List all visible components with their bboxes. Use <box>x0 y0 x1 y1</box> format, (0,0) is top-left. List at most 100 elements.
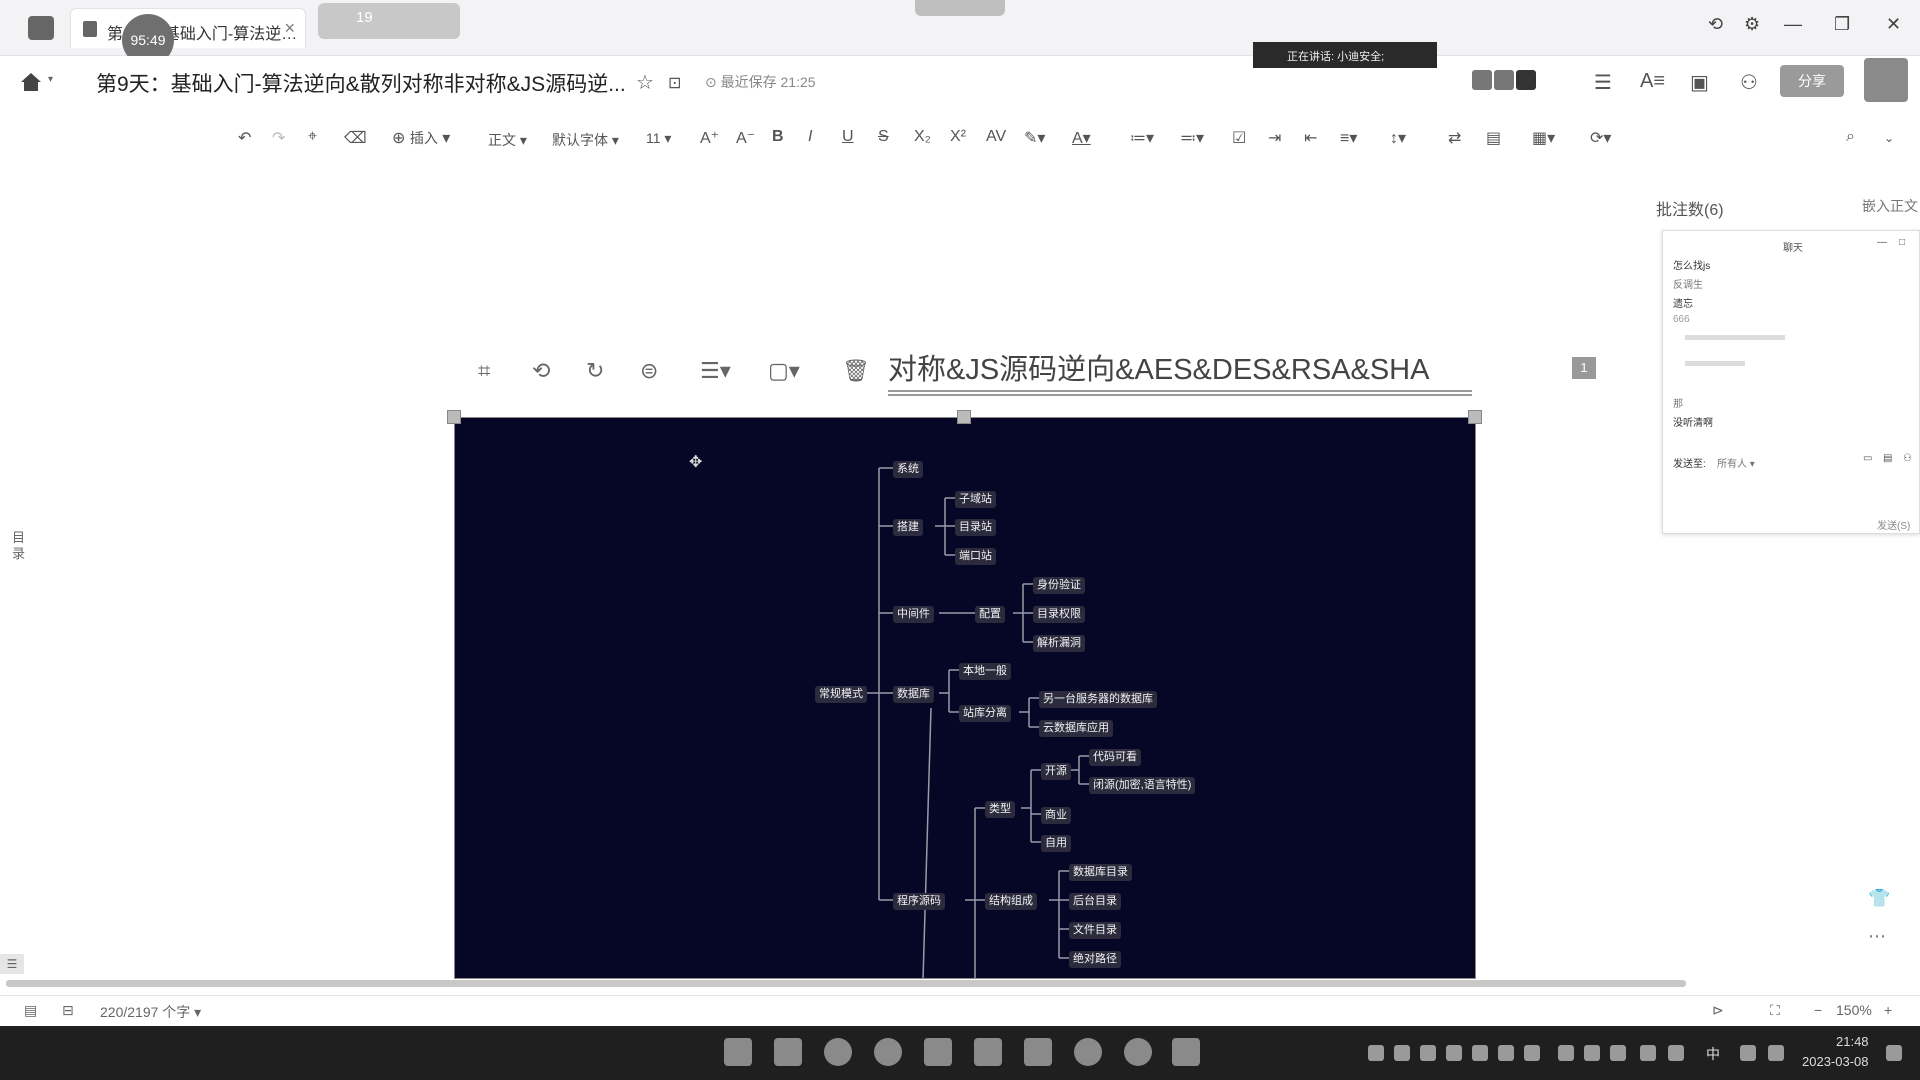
font-family-dropdown[interactable]: 默认字体 ▾ <box>552 130 619 150</box>
flip-icon[interactable]: ⊜ <box>640 358 658 384</box>
play-icon[interactable]: ⊳ <box>1712 1002 1724 1019</box>
strikethrough-icon[interactable]: S <box>878 128 889 146</box>
blurred-tab[interactable]: 19 <box>318 3 460 39</box>
resize-handle[interactable] <box>957 410 971 424</box>
numbered-list-icon[interactable]: ≕▾ <box>1180 128 1204 148</box>
block-icon[interactable]: ▤ <box>1486 128 1501 148</box>
outline-toggle[interactable]: 目录 <box>12 530 26 562</box>
ime-indicator[interactable]: 中 <box>1706 1044 1720 1064</box>
bold-icon[interactable]: B <box>772 128 784 146</box>
fullscreen-icon[interactable]: ⛶ <box>1770 1002 1780 1019</box>
format-painter-icon[interactable]: ⌖ <box>308 128 317 146</box>
people-icon[interactable]: ⚇ <box>1903 453 1912 464</box>
indent-icon[interactable]: ⇥ <box>1268 128 1281 148</box>
mindmap-image[interactable]: 常规模式 系统 搭建 子域站 目录站 端口站 中间件 配置 身份验证 目录权限 … <box>454 417 1476 979</box>
document-title[interactable]: 第9天：基础入门-算法逆向&散列对称非对称&JS源码逆... <box>96 68 626 98</box>
delete-icon[interactable]: 🗑 <box>842 358 870 384</box>
more-icon[interactable]: ⋯ <box>1868 926 1886 947</box>
maximize-button[interactable]: ❐ <box>1834 14 1850 35</box>
embed-in-body-link[interactable]: 嵌入正文 <box>1862 196 1918 216</box>
screenshot-icon[interactable]: ▤ <box>1883 453 1892 464</box>
send-to-dropdown[interactable]: 所有人 ▾ <box>1717 455 1755 470</box>
collaborator-avatar[interactable] <box>1472 70 1492 90</box>
browser-icon[interactable] <box>1074 1038 1102 1066</box>
increase-font-icon[interactable]: A⁺ <box>700 128 719 148</box>
tray-icon[interactable] <box>1610 1045 1626 1061</box>
decrease-font-icon[interactable]: A⁻ <box>736 128 755 148</box>
microphone-icon[interactable] <box>1668 1045 1684 1061</box>
clock-time[interactable]: 21:48 <box>1836 1034 1869 1049</box>
rotate-left-icon[interactable]: ⟲ <box>532 358 550 384</box>
underline-icon[interactable]: U <box>842 128 854 146</box>
subscript-icon[interactable]: X₂ <box>914 128 931 146</box>
tray-icon[interactable] <box>1446 1045 1462 1061</box>
tray-icon[interactable] <box>1368 1045 1384 1061</box>
zoom-in-button[interactable]: + <box>1884 1002 1892 1018</box>
table-icon[interactable]: ▦▾ <box>1532 128 1555 148</box>
close-tab-icon[interactable]: × <box>284 18 295 39</box>
font-size-dropdown[interactable]: 11 ▾ <box>646 130 671 147</box>
search-icon[interactable]: ⌕ <box>1846 128 1855 146</box>
resize-handle[interactable] <box>447 410 461 424</box>
chat-app-icon[interactable] <box>1124 1038 1152 1066</box>
crop-icon[interactable]: ⌗ <box>478 358 490 384</box>
superscript-icon[interactable]: X² <box>950 128 966 146</box>
character-spacing-icon[interactable]: AV <box>986 128 1006 146</box>
chevron-down-icon[interactable]: ▾ <box>48 74 53 85</box>
shirt-icon[interactable]: 👕 <box>1868 888 1890 909</box>
vscode-icon[interactable] <box>1172 1038 1200 1066</box>
paragraph-style-dropdown[interactable]: 正文 ▾ <box>488 130 527 150</box>
doc-app-icon[interactable] <box>924 1038 952 1066</box>
network-icon[interactable] <box>1740 1045 1756 1061</box>
edge-icon[interactable] <box>824 1038 852 1066</box>
text-direction-icon[interactable]: ⇄ <box>1448 128 1461 148</box>
refresh-icon[interactable]: ⟲ <box>1708 14 1723 35</box>
print-layout-icon[interactable]: ⊟ <box>62 1002 74 1019</box>
redo-icon[interactable]: ↷ <box>272 128 285 148</box>
outline-list-icon[interactable]: ☰ <box>0 954 24 974</box>
clock-date[interactable]: 2023-03-08 <box>1802 1054 1869 1069</box>
star-icon[interactable]: ☆ <box>636 70 654 95</box>
user-avatar[interactable] <box>1864 58 1908 102</box>
maximize-chat-button[interactable]: □ <box>1899 237 1905 248</box>
notification-icon[interactable] <box>1886 1045 1902 1061</box>
file-explorer-icon[interactable] <box>774 1038 802 1066</box>
chrome-icon[interactable] <box>874 1038 902 1066</box>
tray-icon[interactable] <box>1524 1045 1540 1061</box>
volume-icon[interactable] <box>1768 1045 1784 1061</box>
app-logo[interactable] <box>28 16 54 40</box>
collaborators-icon[interactable]: ⚇ <box>1740 70 1758 95</box>
close-window-button[interactable]: ✕ <box>1886 14 1901 35</box>
rotate-right-icon[interactable]: ↻ <box>586 358 604 384</box>
image-border-icon[interactable]: ▢▾ <box>768 358 800 384</box>
italic-icon[interactable]: I <box>808 128 812 146</box>
collaborator-avatar[interactable] <box>1494 70 1514 90</box>
collaborator-avatar[interactable] <box>1516 70 1536 90</box>
tray-icon[interactable] <box>1420 1045 1436 1061</box>
tray-icon[interactable] <box>1394 1045 1410 1061</box>
chevron-down-icon[interactable]: ⌄ <box>1884 131 1894 145</box>
settings-icon[interactable]: ⚙ <box>1744 14 1760 35</box>
outdent-icon[interactable]: ⇤ <box>1304 128 1317 148</box>
share-button[interactable]: 分享 <box>1780 65 1844 97</box>
insert-button[interactable]: ⊕ 插入 ▾ <box>392 128 450 148</box>
tray-icon[interactable] <box>1558 1045 1574 1061</box>
bullet-list-icon[interactable]: ≔▾ <box>1130 128 1154 148</box>
home-icon[interactable] <box>20 72 42 92</box>
zoom-level[interactable]: 150% <box>1836 1002 1872 1018</box>
document-tab[interactable]: 第9天：基础入门-算法逆… × <box>70 8 306 48</box>
text-style-icon[interactable]: A≡ <box>1640 70 1665 93</box>
undo-icon[interactable]: ↶ <box>238 128 251 148</box>
horizontal-scrollbar[interactable] <box>6 980 1686 987</box>
present-icon[interactable]: ▣ <box>1690 70 1709 95</box>
tray-icon[interactable] <box>1498 1045 1514 1061</box>
menu-icon[interactable]: ☰ <box>1594 70 1612 95</box>
align-icon[interactable]: ≡▾ <box>1340 128 1357 148</box>
more-tools-icon[interactable]: ⟳▾ <box>1590 128 1611 148</box>
zoom-out-button[interactable]: − <box>1814 1002 1822 1018</box>
eraser-icon[interactable]: ⌫ <box>344 128 367 148</box>
highlight-icon[interactable]: ✎▾ <box>1024 128 1045 148</box>
minimize-chat-button[interactable]: — <box>1877 237 1887 248</box>
file-icon[interactable]: ▭ <box>1863 453 1872 464</box>
tray-icon[interactable] <box>1472 1045 1488 1061</box>
